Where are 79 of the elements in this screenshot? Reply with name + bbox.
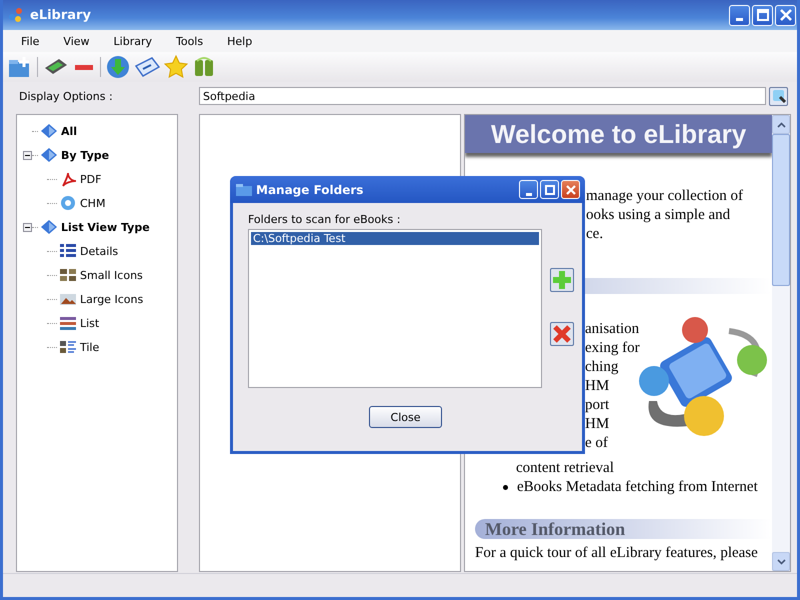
- app-icon: [8, 7, 24, 23]
- close-button[interactable]: [561, 180, 580, 199]
- tree-item[interactable]: PDF: [80, 172, 102, 186]
- scroll-thumb[interactable]: [772, 134, 790, 286]
- collapse-toggle[interactable]: [23, 150, 32, 160]
- maximize-icon: [756, 9, 768, 21]
- new-folder-icon[interactable]: [8, 56, 32, 78]
- details-view-icon: [59, 243, 77, 259]
- folders-label: Folders to scan for eBooks :: [248, 213, 402, 228]
- book-icon: [40, 147, 58, 163]
- tree-item[interactable]: CHM: [80, 196, 106, 210]
- tree-item[interactable]: List View Type: [61, 220, 150, 234]
- tree-item[interactable]: All: [61, 124, 78, 138]
- chevron-up-icon: [776, 122, 786, 128]
- scroll-down-button[interactable]: [772, 552, 790, 571]
- dialog-title: Manage Folders: [256, 182, 364, 196]
- feature-text: ching: [585, 358, 620, 377]
- tree-item[interactable]: Tile: [80, 340, 100, 354]
- search-button[interactable]: [769, 86, 788, 106]
- bullet: [503, 485, 508, 490]
- large-icons-view-icon: [59, 291, 77, 307]
- list-view-icon: [59, 315, 77, 331]
- minimize-icon: [526, 192, 532, 196]
- feature-text: anisation: [585, 320, 640, 339]
- scroll-up-button[interactable]: [772, 115, 790, 134]
- book-icon: [40, 123, 58, 139]
- minimize-button[interactable]: [729, 4, 750, 26]
- cross-icon: [553, 325, 571, 343]
- menu-item[interactable]: View: [51, 34, 102, 48]
- folder-item[interactable]: C:\Softpedia Test: [251, 232, 539, 245]
- maximize-button[interactable]: [752, 4, 773, 26]
- window-title: eLibrary: [30, 8, 92, 22]
- intro-text: manage your collection of: [586, 187, 744, 206]
- small-icons-view-icon: [59, 267, 77, 283]
- menu-item[interactable]: Tools: [164, 34, 216, 48]
- remove-folder-button[interactable]: [550, 322, 574, 346]
- display-options-label: Display Options :: [18, 90, 114, 102]
- feature-text: eBooks Metadata fetching from Internet: [517, 479, 758, 496]
- folder-icon: [235, 182, 253, 196]
- search-field[interactable]: Softpedia: [199, 87, 766, 105]
- menu-item[interactable]: File: [9, 34, 52, 48]
- add-folder-button[interactable]: [550, 268, 574, 292]
- tree-item[interactable]: Small Icons: [80, 268, 143, 282]
- feature-text: port: [585, 396, 610, 415]
- maximize-button[interactable]: [540, 180, 559, 199]
- search-icon: [772, 89, 786, 103]
- download-icon[interactable]: [106, 55, 130, 79]
- info-text: For a quick tour of all eLibrary features, please: [475, 545, 759, 562]
- menu-item[interactable]: Library: [102, 34, 164, 48]
- collapse-toggle[interactable]: [23, 222, 32, 232]
- minimize-button[interactable]: [519, 180, 538, 199]
- feature-text: HM: [585, 415, 610, 434]
- maximize-icon: [544, 184, 554, 194]
- tree-item[interactable]: Details: [80, 244, 118, 258]
- close-icon: [780, 9, 792, 21]
- tree-item[interactable]: By Type: [61, 148, 110, 162]
- close-dialog-button[interactable]: Close: [369, 406, 442, 428]
- intro-text: ce.: [586, 225, 604, 244]
- chevron-down-icon: [776, 558, 786, 564]
- star-icon[interactable]: [164, 55, 188, 79]
- intro-text: ooks using a simple and: [586, 206, 732, 225]
- tile-view-icon: [59, 339, 77, 355]
- scrollbar[interactable]: [772, 115, 790, 571]
- books-icon[interactable]: [192, 56, 216, 78]
- feature-text: HM: [585, 377, 610, 396]
- tree-item[interactable]: Large Icons: [80, 292, 144, 306]
- close-icon: [566, 184, 576, 194]
- welcome-banner: Welcome to eLibrary: [465, 115, 772, 153]
- close-button[interactable]: [775, 4, 796, 26]
- minimize-icon: [736, 18, 743, 21]
- menu-item[interactable]: Help: [215, 34, 264, 48]
- feature-text: exing for: [585, 339, 641, 358]
- help-disc-icon: [59, 195, 77, 211]
- feature-text: e of: [585, 434, 609, 453]
- tree-item[interactable]: List: [80, 316, 100, 330]
- book-icon: [40, 219, 58, 235]
- feature-text: content retrieval: [516, 459, 615, 478]
- plus-icon: [553, 271, 571, 289]
- card-icon[interactable]: [134, 56, 160, 78]
